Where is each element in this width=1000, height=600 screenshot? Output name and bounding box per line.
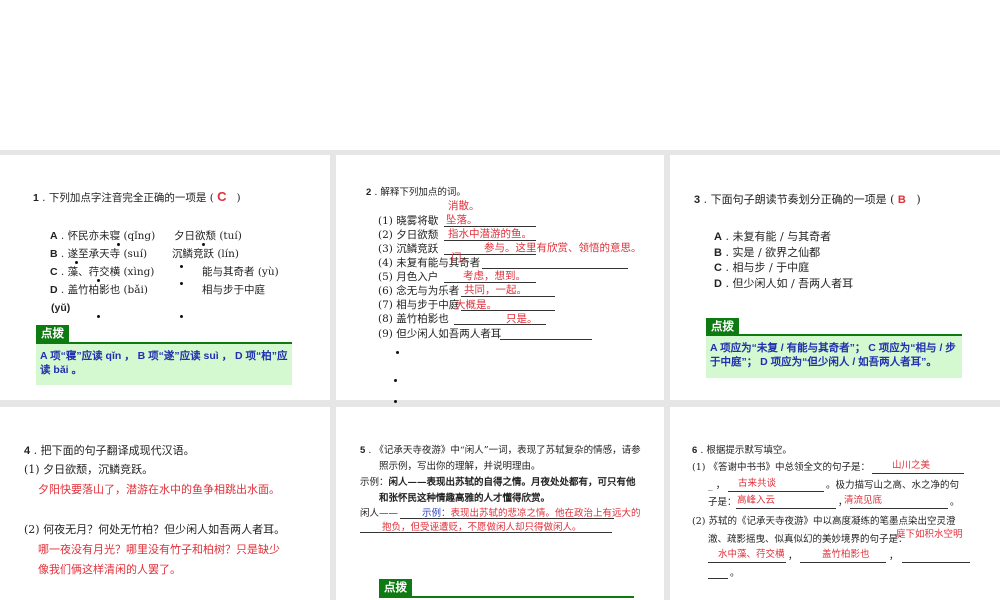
option-d-right: 相与步于中庭 (202, 284, 265, 296)
comma: ， (788, 551, 798, 562)
answer-8: 大概是。 (455, 299, 497, 311)
option-a: A . 怀民亦未寝 (qǐng) (50, 230, 156, 242)
answer-5-line-1: 示例：表现出苏轼的悲凉之情。他在政治上有远大的 (422, 508, 641, 519)
fill-answer-3: 高峰入云 (737, 495, 776, 506)
option-d: D . 但少闲人如 / 吾两人者耳 (714, 277, 854, 290)
answer-7: 共同，一起。 (464, 284, 527, 296)
part-1-line-1: (1) 《答谢中书书》中总领全文的句子是： (692, 462, 870, 473)
option-c-right: 能与其奇者 (yù) (202, 266, 279, 278)
answer-2: 坠落。 (446, 214, 478, 226)
blank-line (708, 578, 728, 579)
answer-5-line-2: 抱负，但受诬遭贬，不愿做闲人却只得做闲人。 (382, 522, 582, 533)
fill-answer-6: 水中藻、荇交横 (718, 549, 785, 560)
slide-question-3: 3 . 下面句子朗读节奏划分正确的一项是 ( B ) A . 未复有能 / 与其… (670, 155, 1000, 400)
end-period: 。 (730, 568, 740, 579)
slide-question-6: 6 . 根据提示默写填空。 (1) 《答谢中书书》中总领全文的句子是： 山川之美… (670, 407, 1000, 600)
tip-box: A 项“寝”应读 qǐn ， B 项“遂”应读 suì ， D 项“柏”应读 b… (36, 342, 292, 385)
emphasis-dot (394, 379, 397, 382)
period: 。 (950, 497, 960, 508)
fill-answer-1: 山川之美 (892, 460, 931, 471)
tip-label: 点拨 (379, 579, 412, 597)
question-2-stem: 2 . 解释下列加点的词。 (366, 187, 466, 198)
fill-answer-2: 古来共谈 (738, 478, 777, 489)
option-a-right: 夕日欲颓 (tuí) (174, 230, 242, 242)
blank-line (728, 491, 824, 492)
item-7: (7) 相与步于中庭 (378, 299, 460, 311)
item-6: (6) 念无与为乐者 (378, 285, 460, 297)
option-c: C . 藻、荇交横 (xìng) (50, 266, 155, 278)
question-3-stem: 3 . 下面句子朗读节奏划分正确的一项是 ( B ) (694, 193, 921, 206)
option-b-right: 沉鳞竞跃 (lín) (172, 248, 240, 260)
slide-question-5: 5 . 《记承天寺夜游》中“闲人”一词，表现了苏轼复杂的情感，请参 照示例，写出… (336, 407, 664, 600)
option-b: B . 实是 / 欲界之仙都 (714, 246, 821, 259)
option-d-extra: (yǔ) (51, 302, 71, 314)
blank-line (800, 562, 886, 563)
fill-answer-7: 盖竹柏影也 (822, 549, 870, 560)
blank-line (500, 339, 592, 340)
option-b: B . 遂至承天寺 (suí) (50, 248, 148, 260)
blank-line (872, 473, 964, 474)
item-3: (3) 沉鳞竞跃 (378, 243, 439, 255)
blank-label: 闲人—— (360, 508, 399, 519)
answer-5: 门。 (451, 252, 472, 264)
tip-divider (379, 596, 634, 598)
part-1-line-3: 子是： (708, 497, 737, 508)
option-a: A . 未复有能 / 与其奇者 (714, 230, 832, 243)
example-line-2: 和张怀民这种情趣高雅的人才懂得欣赏。 (379, 493, 551, 504)
blank-line (902, 562, 970, 563)
fill-answer-4: 清流见底 (844, 495, 883, 506)
answer-4: 参与。这里有欣赏、领悟的意思。 (484, 242, 642, 254)
blank-line (850, 508, 948, 509)
translation-1: 夕阳快要落山了，潜游在水中的鱼争相跳出水面。 (38, 483, 280, 496)
option-d: D . 盖竹柏影也 (bǎi) (50, 284, 148, 296)
sentence-1: (1) 夕日欲颓，沉鳞竞跃。 (24, 463, 154, 476)
item-2: (2) 夕日欲颓 (378, 229, 439, 241)
sentence-2: (2) 何夜无月？何处无竹柏？但少闲人如吾两人者耳。 (24, 523, 286, 536)
comma: ， (889, 551, 899, 562)
question-5-stem-2: 照示例，写出你的理解，并说明理由。 (379, 461, 541, 472)
emphasis-dot (180, 282, 183, 285)
question-4-stem: 4 . 把下面的句子翻译成现代汉语。 (24, 444, 195, 457)
question-5-stem: 5 . 《记承天寺夜游》中“闲人”一词，表现了苏轼复杂的情感，请参 (360, 445, 641, 456)
blank-line (736, 508, 836, 509)
emphasis-dot (180, 265, 183, 268)
emphasis-dot (97, 279, 100, 282)
top-blank-area (0, 0, 1000, 150)
tip-label: 点拨 (36, 325, 69, 343)
item-5: (5) 月色入户 (378, 271, 439, 283)
emphasis-dot (394, 400, 397, 403)
emphasis-dot (117, 243, 120, 246)
item-9: (9) 但少闲人如吾两人者耳 (378, 328, 502, 340)
answer-3: 指水中潜游的鱼。 (448, 228, 532, 240)
slide-question-1: 1 . 下列加点字注音完全正确的一项是 ( C ) A . 怀民亦未寝 (qǐn… (0, 155, 330, 400)
emphasis-dot (180, 315, 183, 318)
item-8: (8) 盖竹柏影也 (378, 313, 449, 325)
emphasis-dot (202, 243, 205, 246)
answer-1: 消散。 (448, 200, 480, 212)
part-1-sep: _ ， (708, 480, 726, 491)
item-1: (1) 晓雾将歇 (378, 215, 439, 227)
part-2-line-1: (2) 苏轼的《记承天寺夜游》中以高度凝练的笔墨点染出空灵澄 (692, 516, 956, 527)
tip-box: A 项应为“未复 / 有能与其奇者”； C 项应为“相与 / 步于中庭”； D … (706, 334, 962, 378)
question-1-stem: 1 . 下列加点字注音完全正确的一项是 ( C ) (33, 189, 241, 205)
blank-line (708, 562, 786, 563)
translation-2b: 像我们俩这样清闲的人罢了。 (38, 563, 181, 576)
example-line-1: 示例：闲人——表现出苏轼的自得之情。月夜处处都有，可只有他 (360, 477, 636, 488)
part-1-line-2: 。极力描写山之高、水之净的句 (826, 480, 960, 491)
answer-6: 考虑，想到。 (463, 270, 526, 282)
answer-9: 只是。 (506, 313, 538, 325)
emphasis-dot (75, 261, 78, 264)
part-2-line-2: 澈、疏影摇曳、似真似幻的美妙境界的句子是： (708, 534, 908, 545)
fill-answer-5: 庭下如积水空明 (896, 529, 963, 540)
option-c: C . 相与步 / 于中庭 (714, 261, 810, 274)
slide-question-4: 4 . 把下面的句子翻译成现代汉语。 (1) 夕日欲颓，沉鳞竞跃。 夕阳快要落山… (0, 407, 330, 600)
emphasis-dot (97, 315, 100, 318)
emphasis-dot (396, 351, 399, 354)
question-6-stem: 6 . 根据提示默写填空。 (692, 445, 792, 456)
translation-2a: 哪一夜没有月光？哪里没有竹子和柏树？只是缺少 (38, 543, 280, 556)
slide-question-2: 2 . 解释下列加点的词。 消散。 (1) 晓雾将歇 坠落。 (2) 夕日欲颓 … (336, 155, 664, 403)
